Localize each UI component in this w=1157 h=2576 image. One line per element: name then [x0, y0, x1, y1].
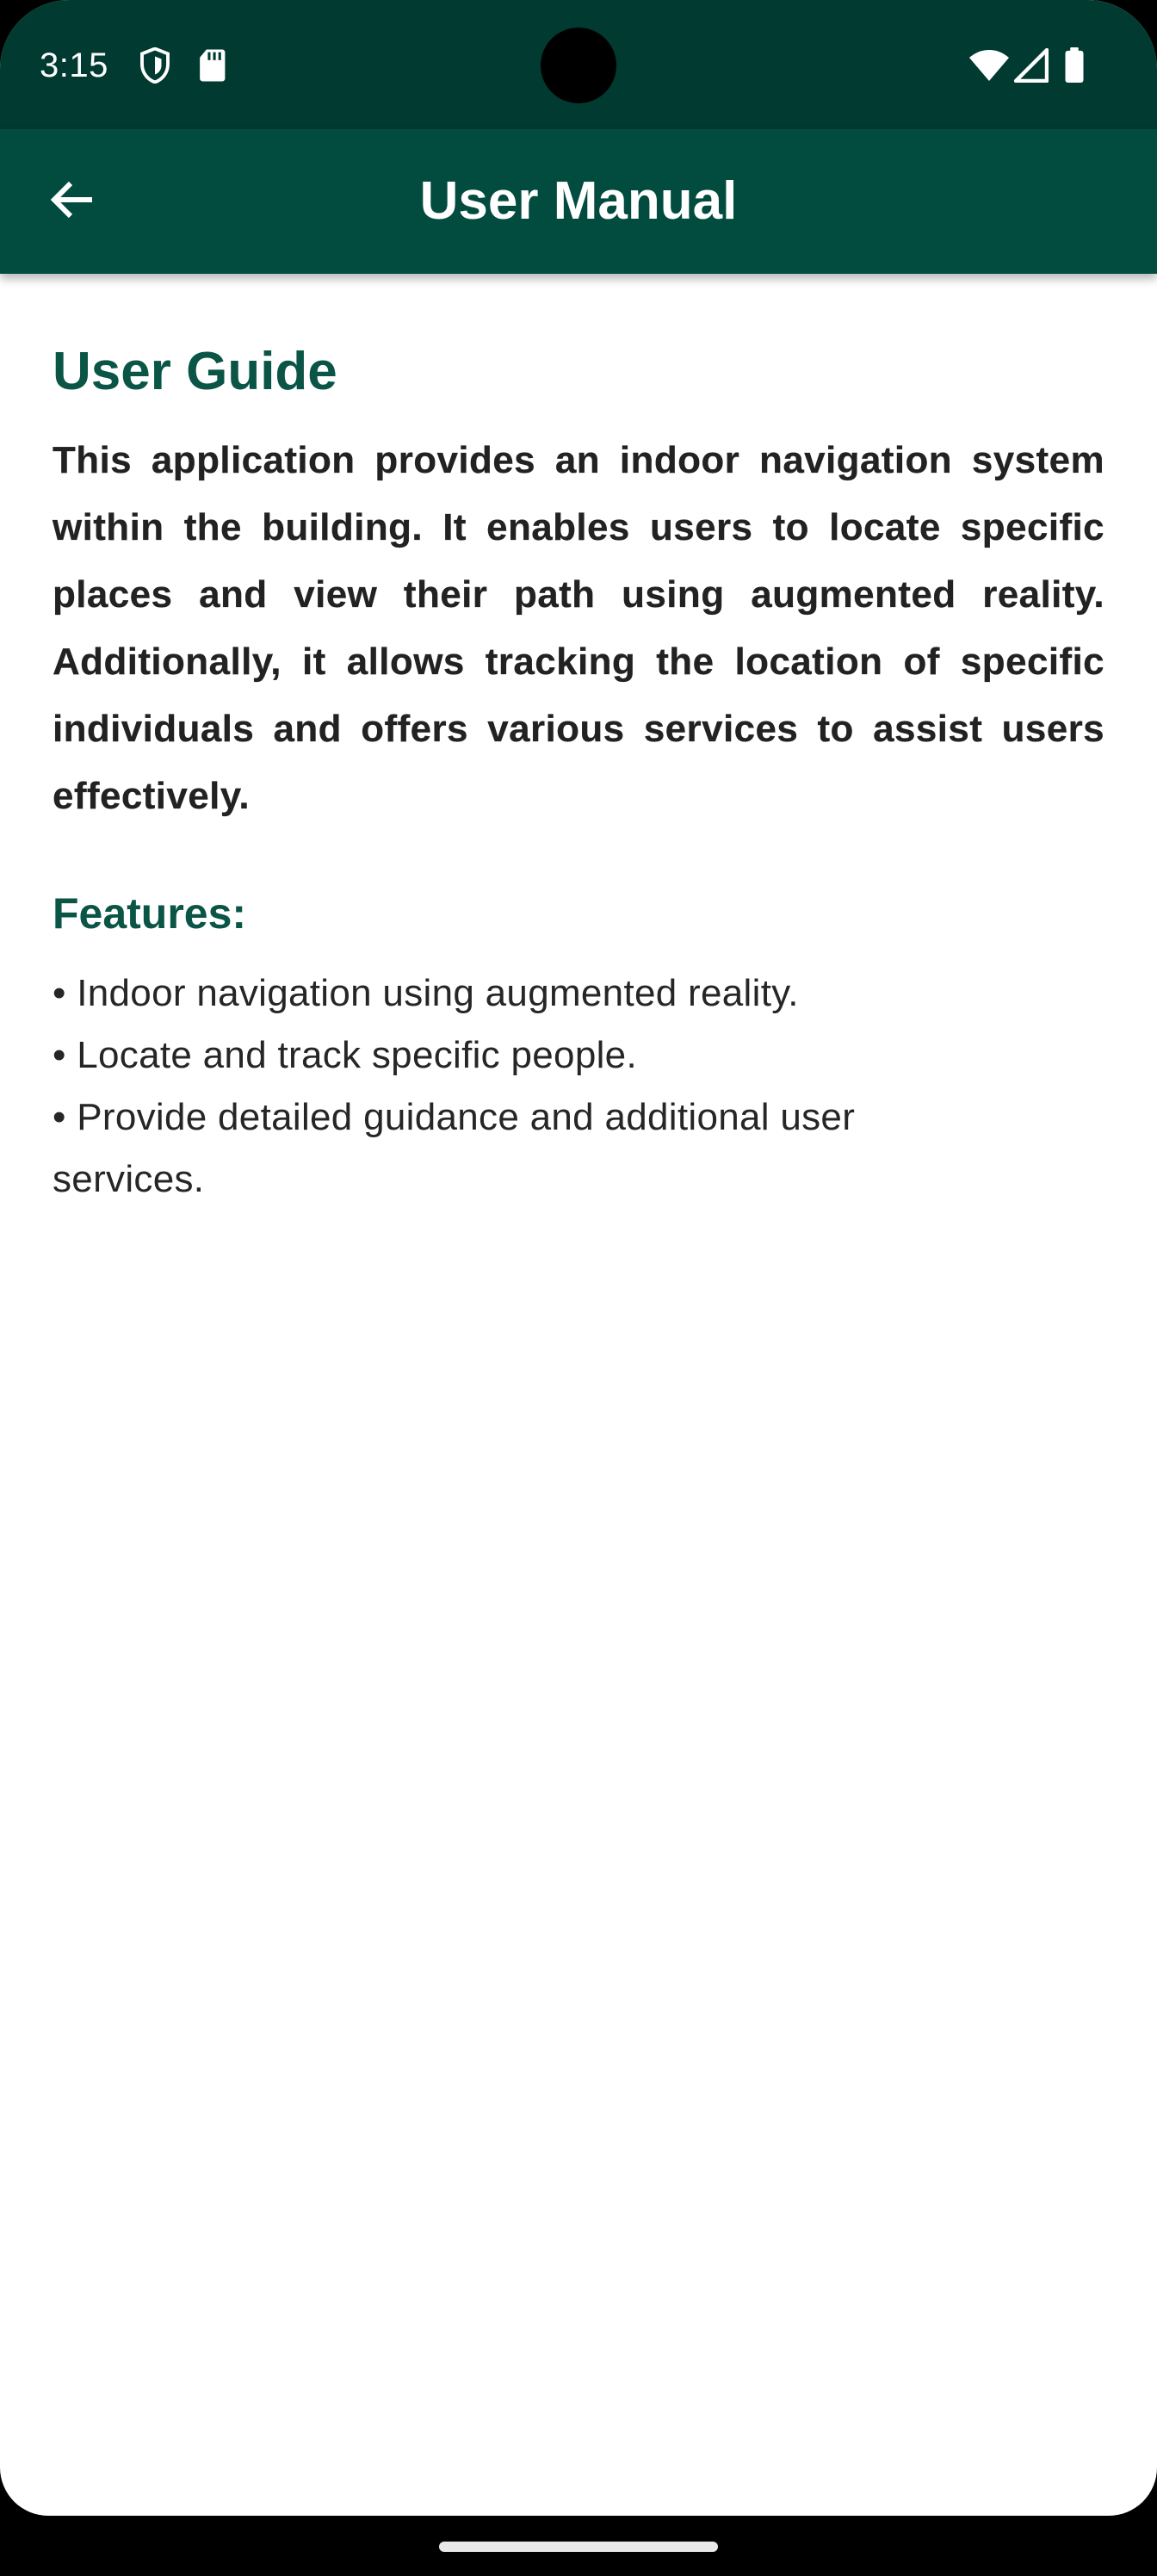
feature-item: • Locate and track specific people.	[53, 1034, 637, 1076]
app-window: 3:15 User Manual User Guide This applica…	[0, 0, 1157, 2516]
battery-icon	[1061, 45, 1088, 86]
status-bar: 3:15	[0, 0, 1157, 129]
status-time: 3:15	[40, 46, 108, 84]
gesture-handle[interactable]	[439, 2542, 718, 2552]
feature-list: • Indoor navigation using augmented real…	[53, 963, 965, 1211]
user-guide-content: User Guide This application provides an …	[53, 274, 1104, 1211]
sd-card-icon	[196, 45, 227, 86]
wifi-icon	[968, 45, 1011, 86]
features-title: Features:	[53, 889, 247, 938]
screen: 3:15 User Manual User Guide This applica…	[0, 0, 1157, 2576]
camera-cutout	[541, 28, 616, 103]
app-bar: User Manual	[0, 129, 1157, 274]
shield-icon	[136, 45, 174, 86]
feature-item: • Provide detailed guidance and addition…	[53, 1096, 856, 1200]
intro-paragraph: This application provides an indoor navi…	[53, 439, 1104, 817]
page-title: User Manual	[419, 171, 738, 231]
cell-signal-icon	[1012, 45, 1050, 86]
section-title: User Guide	[53, 342, 337, 401]
feature-item: • Indoor navigation using augmented real…	[53, 972, 799, 1014]
